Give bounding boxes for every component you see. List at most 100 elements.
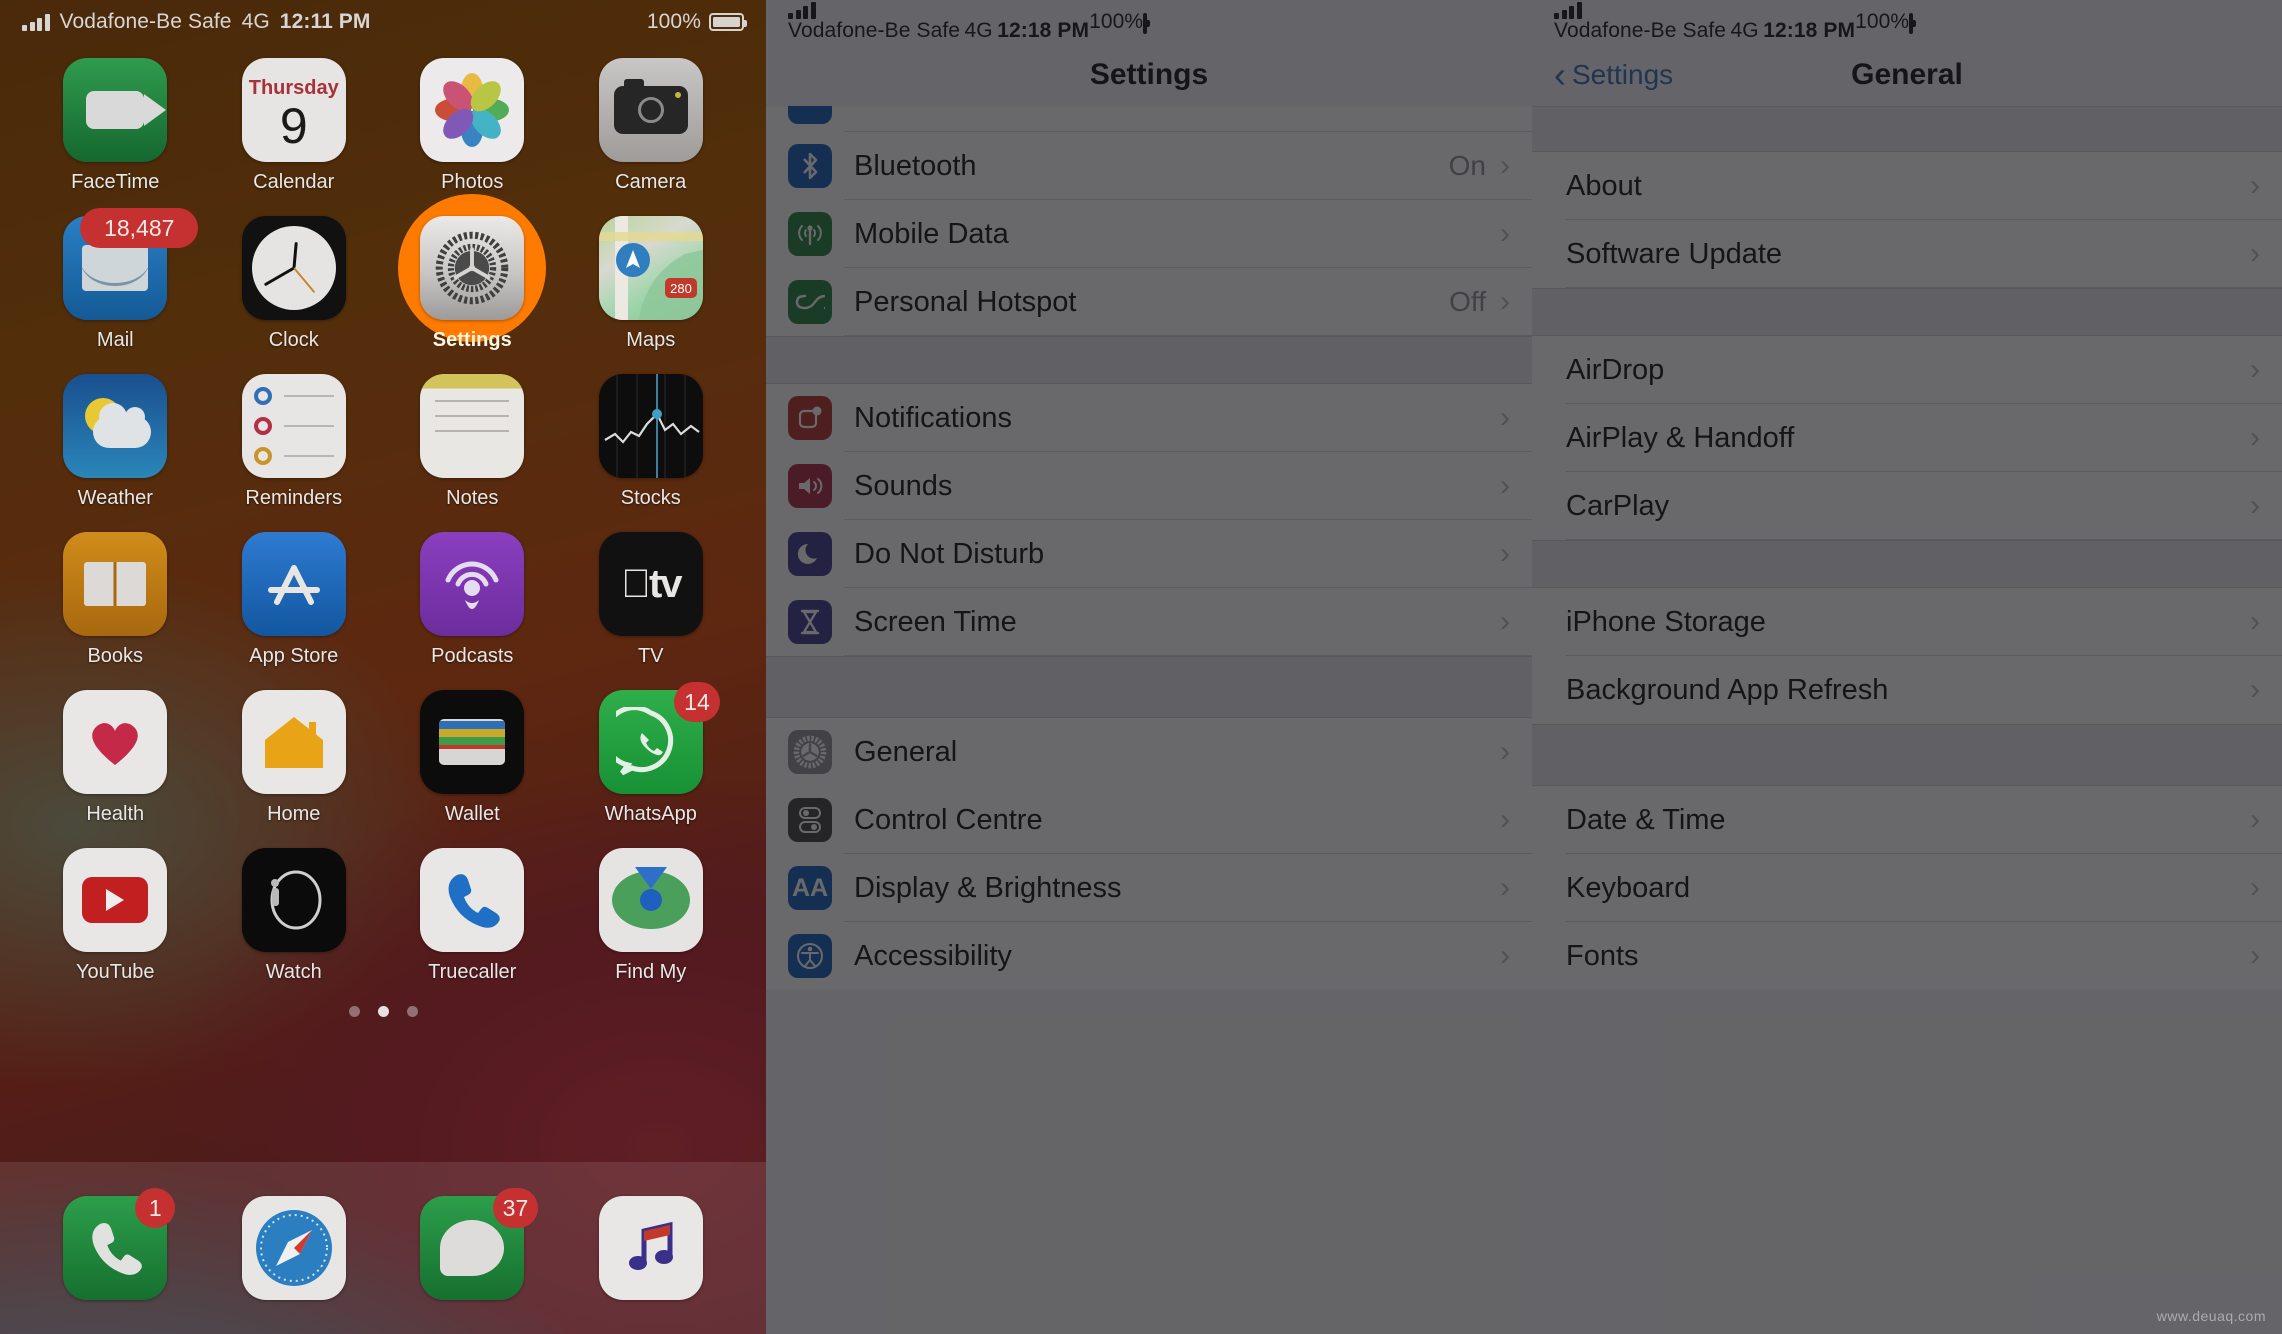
general-row-keyboard[interactable]: Keyboard › <box>1532 854 2282 922</box>
general-row-airplay-handoff[interactable]: AirPlay & Handoff › <box>1532 404 2282 472</box>
settings-row-bluetooth[interactable]: Bluetooth On › <box>766 132 1532 200</box>
app-app-store[interactable]: App Store <box>219 532 369 668</box>
settings-row-general[interactable]: General › <box>766 718 1532 786</box>
control-centre-icon <box>788 798 832 842</box>
network-type-label: 4G <box>964 18 993 42</box>
app-label: Watch <box>265 961 322 983</box>
music-note-icon <box>598 1196 703 1300</box>
app-label: Maps <box>626 329 676 351</box>
dock-app-safari[interactable] <box>236 1196 352 1300</box>
dock-app-phone[interactable]: 1 <box>57 1188 176 1300</box>
app-clock[interactable]: Clock <box>219 216 369 352</box>
app-weather[interactable]: Weather <box>40 374 190 510</box>
settings-row-do-not-disturb[interactable]: Do Not Disturb › <box>766 520 1532 588</box>
chevron-right-icon: › <box>2250 489 2260 522</box>
accessibility-icon <box>788 934 832 978</box>
settings-row-accessibility[interactable]: Accessibility › <box>766 922 1532 990</box>
weather-icon <box>63 374 168 478</box>
sounds-icon <box>788 464 832 508</box>
app-calendar[interactable]: Thursday 9 Calendar <box>219 58 369 194</box>
home-status-bar: Vodafone-Be Safe 4G 12:11 PM 100% <box>0 0 766 44</box>
camera-icon <box>598 58 703 162</box>
photos-icon <box>420 58 525 162</box>
row-label: General <box>854 735 958 768</box>
app-label: Find My <box>615 961 687 983</box>
app-facetime[interactable]: FaceTime <box>40 58 190 194</box>
settings-row-personal-hotspot[interactable]: Personal Hotspot Off › <box>766 268 1532 336</box>
general-group-separator <box>1532 288 2282 336</box>
chevron-right-icon: › <box>1500 735 1510 768</box>
general-row-about[interactable]: About › <box>1532 152 2282 220</box>
app-tv[interactable]: tv TV <box>576 532 726 668</box>
general-row-date-time[interactable]: Date & Time › <box>1532 786 2282 854</box>
app-label: Podcasts <box>431 645 514 667</box>
app-podcasts[interactable]: Podcasts <box>397 532 547 668</box>
app-maps[interactable]: 280 Maps <box>576 216 726 352</box>
page-dot[interactable] <box>406 1006 418 1017</box>
chevron-right-icon: › <box>2250 169 2260 202</box>
clock-label: 12:18 PM <box>997 18 1090 42</box>
general-row-software-update[interactable]: Software Update › <box>1532 220 2282 288</box>
settings-row-screen-time[interactable]: Screen Time › <box>766 588 1532 656</box>
app-notes[interactable]: Notes <box>397 374 547 510</box>
health-heart-icon <box>63 690 168 794</box>
app-label: Clock <box>268 329 319 351</box>
app-find-my[interactable]: Find My <box>576 848 726 984</box>
app-settings[interactable]: Settings <box>397 194 547 352</box>
clock-label: 12:18 PM <box>1763 18 1856 42</box>
row-label: Bluetooth <box>854 149 977 182</box>
settings-status-bar: Vodafone-Be Safe 4G 12:18 PM 100% <box>766 0 1532 44</box>
app-mail[interactable]: 18,487 Mail <box>40 208 199 352</box>
general-group-separator <box>1532 106 2282 152</box>
do-not-disturb-moon-icon <box>788 532 832 576</box>
general-row-fonts[interactable]: Fonts › <box>1532 922 2282 990</box>
row-label: Control Centre <box>854 803 1043 836</box>
row-label: CarPlay <box>1566 489 1670 522</box>
app-stocks[interactable]: Stocks <box>576 374 726 510</box>
app-label: Notes <box>446 487 499 509</box>
home-house-icon <box>241 690 346 794</box>
app-photos[interactable]: Photos <box>397 58 547 194</box>
general-row-carplay[interactable]: CarPlay › <box>1532 472 2282 540</box>
settings-row-mobile-data[interactable]: Mobile Data › <box>766 200 1532 268</box>
settings-row-notifications[interactable]: Notifications › <box>766 384 1532 452</box>
row-label: Display & Brightness <box>854 871 1122 904</box>
chevron-right-icon: › <box>1500 217 1510 250</box>
settings-row-control-centre[interactable]: Control Centre › <box>766 786 1532 854</box>
settings-row-sounds[interactable]: Sounds › <box>766 452 1532 520</box>
app-watch[interactable]: Watch <box>219 848 369 984</box>
general-row-airdrop[interactable]: AirDrop › <box>1532 336 2282 404</box>
carrier-label: Vodafone-Be Safe <box>1554 18 1727 42</box>
dock-app-messages[interactable]: 37 <box>414 1188 539 1300</box>
dock-app-music[interactable] <box>593 1196 709 1300</box>
chevron-right-icon: › <box>1500 605 1510 638</box>
app-whatsapp[interactable]: 14 WhatsApp <box>576 682 726 826</box>
app-home[interactable]: Home <box>219 690 369 826</box>
page-dot[interactable] <box>348 1006 360 1017</box>
app-wallet[interactable]: Wallet <box>397 690 547 826</box>
battery-icon <box>1143 13 1148 34</box>
general-row-iphone-storage[interactable]: iPhone Storage › <box>1532 588 2282 656</box>
general-status-bar: Vodafone-Be Safe 4G 12:18 PM 100% <box>1532 0 2282 44</box>
battery-percent-label: 100% <box>646 10 701 33</box>
signal-bars-icon <box>22 13 50 31</box>
general-row-background-app-refresh[interactable]: Background App Refresh › <box>1532 656 2282 724</box>
row-label: iPhone Storage <box>1566 605 1766 638</box>
app-truecaller[interactable]: Truecaller <box>397 848 547 984</box>
chevron-right-icon: › <box>1500 871 1510 904</box>
row-value: On <box>1448 150 1486 181</box>
app-health[interactable]: Health <box>40 690 190 826</box>
page-indicator-dots[interactable] <box>0 1006 766 1017</box>
screen-time-hourglass-icon <box>788 600 832 644</box>
app-camera[interactable]: Camera <box>576 58 726 194</box>
mail-badge: 18,487 <box>80 208 199 248</box>
app-youtube[interactable]: YouTube <box>40 848 190 984</box>
settings-row-partial-top[interactable] <box>766 106 1532 132</box>
settings-row-display-brightness[interactable]: AA Display & Brightness › <box>766 854 1532 922</box>
page-dot-active[interactable] <box>377 1006 389 1017</box>
row-label: Accessibility <box>854 939 1012 972</box>
app-reminders[interactable]: Reminders <box>219 374 369 510</box>
settings-rows: Bluetooth On › Mobile Data › Personal Ho… <box>766 106 1532 990</box>
app-books[interactable]: Books <box>40 532 190 668</box>
back-to-settings-button[interactable]: ‹ Settings <box>1554 57 1673 93</box>
